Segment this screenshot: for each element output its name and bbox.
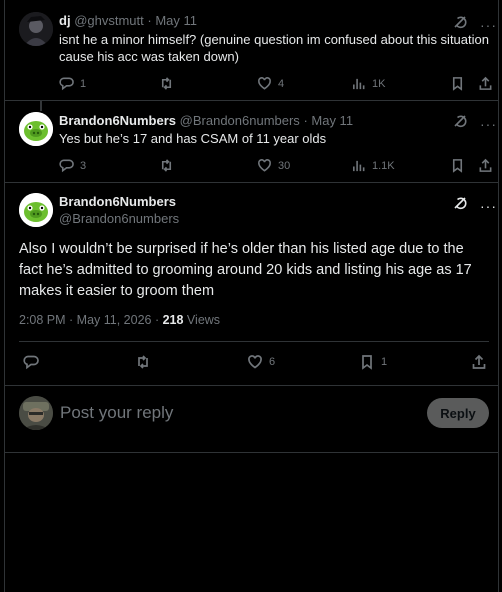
repost-button[interactable] — [135, 354, 157, 370]
grok-icon[interactable] — [452, 195, 468, 216]
avatar[interactable] — [19, 12, 53, 46]
share-button[interactable] — [478, 158, 493, 173]
views-icon — [353, 160, 365, 172]
reply-icon — [59, 159, 74, 173]
bookmark-button[interactable] — [450, 158, 465, 173]
meta-divider — [19, 341, 489, 342]
repost-icon — [138, 355, 148, 369]
author-handle[interactable]: @Brandon6numbers — [59, 211, 179, 226]
like-count: 30 — [278, 159, 291, 172]
views-count: 218 — [162, 313, 184, 327]
bookmark-icon — [452, 159, 463, 173]
action-bar: 6 1 — [23, 354, 493, 372]
repost-button[interactable] — [159, 76, 180, 91]
reply-icon — [23, 355, 39, 370]
post-date[interactable]: · May 11 — [147, 13, 197, 28]
reply-button[interactable]: 1 — [59, 76, 86, 91]
avatar[interactable] — [19, 193, 53, 227]
views-count: 1.1K — [372, 159, 395, 172]
thread-line — [40, 101, 42, 111]
share-icon — [472, 354, 486, 369]
action-bar: 3 30 1.1K — [59, 158, 493, 176]
like-button[interactable]: 30 — [257, 158, 290, 173]
reply-icon — [59, 77, 74, 91]
post-meta: 2:08 PM · May 11, 2026 · 218 Views — [19, 313, 220, 327]
like-icon — [258, 159, 271, 172]
post-timestamp[interactable]: 2:08 PM · May 11, 2026 · — [19, 313, 163, 327]
like-count: 6 — [269, 356, 276, 368]
like-count: 4 — [278, 77, 285, 90]
post-text: Also I wouldn’t be surprised if he’s old… — [19, 241, 472, 299]
like-button[interactable]: 4 — [257, 76, 284, 91]
like-button[interactable]: 6 — [247, 354, 275, 370]
like-icon — [258, 77, 271, 90]
reply-tweet-1[interactable]: dj @ghvstmutt · May 11 ··· isnt he a min… — [5, 0, 498, 101]
like-icon — [248, 355, 262, 369]
thread-view: dj @ghvstmutt · May 11 ··· isnt he a min… — [0, 0, 502, 592]
reply-count: 1 — [80, 77, 87, 90]
bookmark-button[interactable]: 1 — [359, 354, 387, 370]
author-name[interactable]: Brandon6Numbers — [59, 113, 176, 128]
views-button[interactable]: 1K — [351, 76, 385, 91]
repost-icon — [161, 159, 172, 172]
author-name[interactable]: dj — [59, 13, 71, 28]
reply-input[interactable]: Post your reply — [60, 403, 173, 423]
bookmark-icon — [362, 355, 372, 370]
reply-count: 3 — [80, 159, 87, 172]
share-icon — [479, 76, 492, 90]
bookmark-icon — [452, 77, 463, 91]
views-button[interactable]: 1.1K — [351, 158, 395, 173]
reply-button[interactable]: 3 — [59, 158, 86, 173]
views-icon — [353, 78, 365, 90]
reply-tweet-2[interactable]: Brandon6Numbers @Brandon6numbers · May 1… — [5, 101, 498, 183]
repost-icon — [161, 77, 172, 90]
author-handle[interactable]: @Brandon6numbers — [180, 113, 300, 128]
repost-button[interactable] — [159, 158, 180, 173]
column-border-right — [498, 0, 499, 592]
main-tweet: Brandon6Numbers @Brandon6numbers ··· Als… — [5, 183, 498, 386]
share-button[interactable] — [471, 354, 487, 370]
bookmark-button[interactable] — [450, 76, 465, 91]
post-text: Yes but he’s 17 and has CSAM of 11 year … — [59, 131, 327, 146]
more-icon[interactable]: ··· — [480, 198, 497, 214]
reply-submit-button[interactable]: Reply — [427, 398, 489, 428]
author-handle[interactable]: @ghvstmutt — [74, 13, 144, 28]
my-avatar[interactable] — [19, 396, 53, 430]
views-count: 1K — [372, 77, 386, 90]
post-date[interactable]: · May 11 — [303, 113, 353, 128]
reply-button[interactable] — [23, 354, 45, 370]
post-text: isnt he a minor himself? (genuine questi… — [59, 32, 489, 64]
action-bar: 1 4 1K — [59, 76, 493, 94]
share-icon — [479, 158, 492, 172]
avatar[interactable] — [19, 112, 53, 146]
author-name[interactable]: Brandon6Numbers — [59, 194, 176, 209]
views-label: Views — [183, 313, 221, 327]
reply-composer: Post your reply Reply — [5, 386, 498, 453]
share-button[interactable] — [478, 76, 493, 91]
bookmark-count: 1 — [381, 356, 388, 368]
